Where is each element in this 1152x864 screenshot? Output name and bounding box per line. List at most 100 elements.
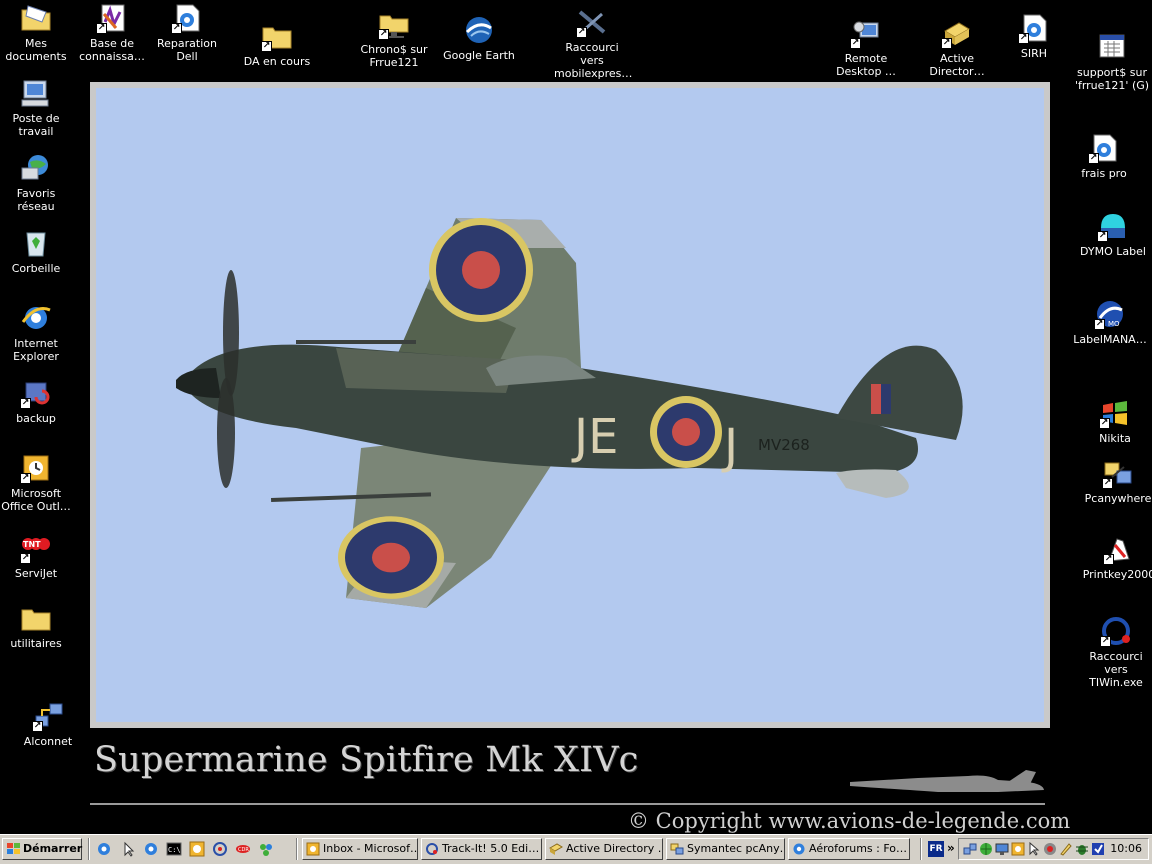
- desktop-icon-google-earth[interactable]: Google Earth: [441, 14, 517, 62]
- printkey-icon: ↗: [1103, 533, 1135, 565]
- desktop-icon-label: Poste de travail: [12, 112, 60, 138]
- monitor-tray-icon[interactable]: [995, 842, 1009, 856]
- task-track-it[interactable]: Track-It! 5.0 Edi…: [421, 838, 542, 860]
- outlook-icon: ↗: [20, 452, 52, 484]
- pcanywhere-icon: ↗: [1102, 457, 1134, 489]
- security-tray-icon[interactable]: [1091, 842, 1105, 856]
- folder-icon: ↗: [261, 20, 293, 52]
- desktop-icon-internet-explorer[interactable]: Internet Explorer: [0, 302, 74, 363]
- desktop-icon-base-de-connaissance[interactable]: ↗ Base de connaissa…: [74, 2, 150, 63]
- airplane-icon: ↗: [576, 6, 608, 38]
- task-inbox-outlook[interactable]: Inbox - Microsof…: [302, 838, 418, 860]
- network-drive-icon: [1096, 31, 1128, 63]
- task-active-directory[interactable]: Active Directory …: [545, 838, 663, 860]
- dymo-labelmanager-icon: MO ↗: [1094, 298, 1126, 330]
- desktop[interactable]: JE J MV268 Supermarine Spitfire Mk XIVc …: [0, 0, 1152, 834]
- network-connection-icon: ↗: [32, 700, 64, 732]
- fuselage-code-text: JE: [571, 409, 618, 465]
- desktop-icon-nikita[interactable]: ↗ Nikita: [1077, 397, 1152, 445]
- desktop-icon-remote-desktop[interactable]: ↗ Remote Desktop …: [828, 17, 904, 78]
- desktop-icon-backup[interactable]: ↗ backup: [0, 377, 74, 425]
- ie-icon: [20, 302, 52, 334]
- desktop-icon-microsoft-office-outlook[interactable]: ↗ Microsoft Office Outl…: [0, 452, 74, 513]
- desktop-icon-labelmanager[interactable]: MO ↗ LabelMANA…: [1072, 298, 1148, 346]
- wallpaper-photo: JE J MV268: [96, 88, 1044, 722]
- pen-tray-icon[interactable]: [1059, 842, 1073, 856]
- desktop-icon-printkey2000[interactable]: ↗ Printkey2000: [1081, 533, 1152, 581]
- serial-text: MV268: [758, 436, 810, 454]
- wallpaper-divider: [90, 803, 1045, 805]
- desktop-icon-label: Chrono$ sur Frrue121: [360, 43, 428, 69]
- desktop-icon-label: Microsoft Office Outl…: [1, 487, 71, 513]
- desktop-icon-da-en-cours[interactable]: ↗ DA en cours: [239, 20, 315, 68]
- pointer-quicklaunch-icon[interactable]: [120, 841, 136, 857]
- desktop-icon-label: frais pro: [1081, 167, 1127, 180]
- ie-task-icon: [793, 843, 805, 855]
- desktop-icon-label: DA en cours: [243, 55, 311, 68]
- network-quicklaunch-icon[interactable]: [212, 841, 228, 857]
- tnt-icon: TNT ↗: [20, 532, 52, 564]
- desktop-icon-label: Corbeille: [11, 262, 61, 275]
- desktop-icon-label: LabelMANA…: [1073, 333, 1147, 346]
- system-clock[interactable]: 10:06: [1110, 839, 1142, 859]
- dymo-icon: ↗: [1097, 210, 1129, 242]
- wallpaper-title: Supermarine Spitfire Mk XIVc: [94, 740, 639, 780]
- desktop-icon-active-directory[interactable]: ↗ Active Director…: [919, 17, 995, 78]
- start-button[interactable]: Démarrer: [2, 838, 82, 860]
- pointer-tray-icon[interactable]: [1027, 842, 1041, 856]
- task-aeroforums[interactable]: Aéroforums : Fo…: [788, 838, 910, 860]
- msn-quicklaunch-icon[interactable]: [258, 841, 274, 857]
- ie-quicklaunch-icon[interactable]: [96, 841, 112, 857]
- taskbar-separator: [920, 838, 922, 860]
- folder-letter-icon: [20, 2, 52, 34]
- globe-tray-icon[interactable]: [979, 842, 993, 856]
- spitfire-aircraft-image: JE J MV268: [176, 218, 963, 608]
- desktop-icon-servijet[interactable]: TNT ↗ ServiJet: [0, 532, 74, 580]
- desktop-icon-raccourci-tiwin[interactable]: ↗ Raccourci vers TIWin.exe: [1076, 615, 1152, 689]
- desktop-icon-label: DYMO Label: [1080, 245, 1146, 258]
- desktop-icon-favoris-reseau[interactable]: Favoris réseau: [0, 152, 74, 213]
- windows-logo-icon: [7, 843, 20, 854]
- shield-tray-icon[interactable]: [1043, 842, 1057, 856]
- cmd-quicklaunch-icon[interactable]: C:\: [166, 841, 182, 857]
- desktop-icon-mes-documents[interactable]: Mes documents: [0, 2, 74, 63]
- desktop-icon-pcanywhere[interactable]: ↗ Pcanywhere: [1080, 457, 1152, 505]
- desktop-icon-label: Raccourci vers TIWin.exe: [1089, 650, 1143, 689]
- task-label: Inbox - Microsof…: [323, 842, 418, 855]
- ie-quicklaunch-icon[interactable]: [143, 841, 159, 857]
- desktop-icon-label: Favoris réseau: [16, 187, 56, 213]
- active-directory-task-icon: [549, 843, 563, 855]
- desktop-icon-sirh[interactable]: ↗ SIRH: [996, 12, 1072, 60]
- bug-tray-icon[interactable]: [1075, 842, 1089, 856]
- desktop-icon-chrono-sur-frrue121[interactable]: ↗ Chrono$ sur Frrue121: [356, 8, 432, 69]
- desktop-icon-raccourci-mobilexpres[interactable]: ↗ Raccourci vers mobilexpres…: [554, 6, 632, 80]
- desktop-icon-poste-de-travail[interactable]: Poste de travail: [0, 77, 74, 138]
- language-indicator[interactable]: FR: [928, 841, 944, 857]
- desktop-icon-alconnet[interactable]: ↗ Alconnet: [10, 700, 86, 748]
- tiwin-icon: ↗: [1100, 615, 1132, 647]
- desktop-icon-reparation-dell[interactable]: ↗ Reparation Dell: [149, 2, 225, 63]
- tray-expand-chevron-icon[interactable]: »: [947, 838, 955, 858]
- clock-quicklaunch-icon[interactable]: [189, 841, 205, 857]
- ie-document-icon: ↗: [1088, 132, 1120, 164]
- desktop-icon-label: Remote Desktop …: [836, 52, 896, 78]
- network-tray-icon[interactable]: [963, 842, 977, 856]
- desktop-icon-support-sur-frrue121[interactable]: support$ sur 'frrue121' (G): [1072, 31, 1152, 92]
- desktop-icon-label: support$ sur 'frrue121' (G): [1074, 66, 1150, 92]
- task-label: Symantec pcAny…: [687, 842, 785, 855]
- desktop-icon-label: Google Earth: [443, 49, 515, 62]
- outlook-task-icon: [306, 842, 320, 856]
- desktop-icon-utilitaires[interactable]: utilitaires: [0, 602, 74, 650]
- desktop-icon-label: Mes documents: [5, 37, 67, 63]
- task-symantec-pcanywhere[interactable]: Symantec pcAny…: [666, 838, 785, 860]
- desktop-icon-frais-pro[interactable]: ↗ frais pro: [1066, 132, 1142, 180]
- desktop-icon-corbeille[interactable]: Corbeille: [0, 227, 74, 275]
- cdr-quicklaunch-icon[interactable]: CDR: [235, 841, 251, 857]
- trackit-task-icon: [426, 843, 438, 855]
- desktop-icon-label: Internet Explorer: [13, 337, 59, 363]
- desktop-icon-label: Reparation Dell: [157, 37, 217, 63]
- desktop-icon-dymo-label[interactable]: ↗ DYMO Label: [1075, 210, 1151, 258]
- knowledge-base-icon: ↗: [96, 2, 128, 34]
- fuselage-letter-text: J: [721, 419, 738, 475]
- outlook-tray-icon[interactable]: [1011, 842, 1025, 856]
